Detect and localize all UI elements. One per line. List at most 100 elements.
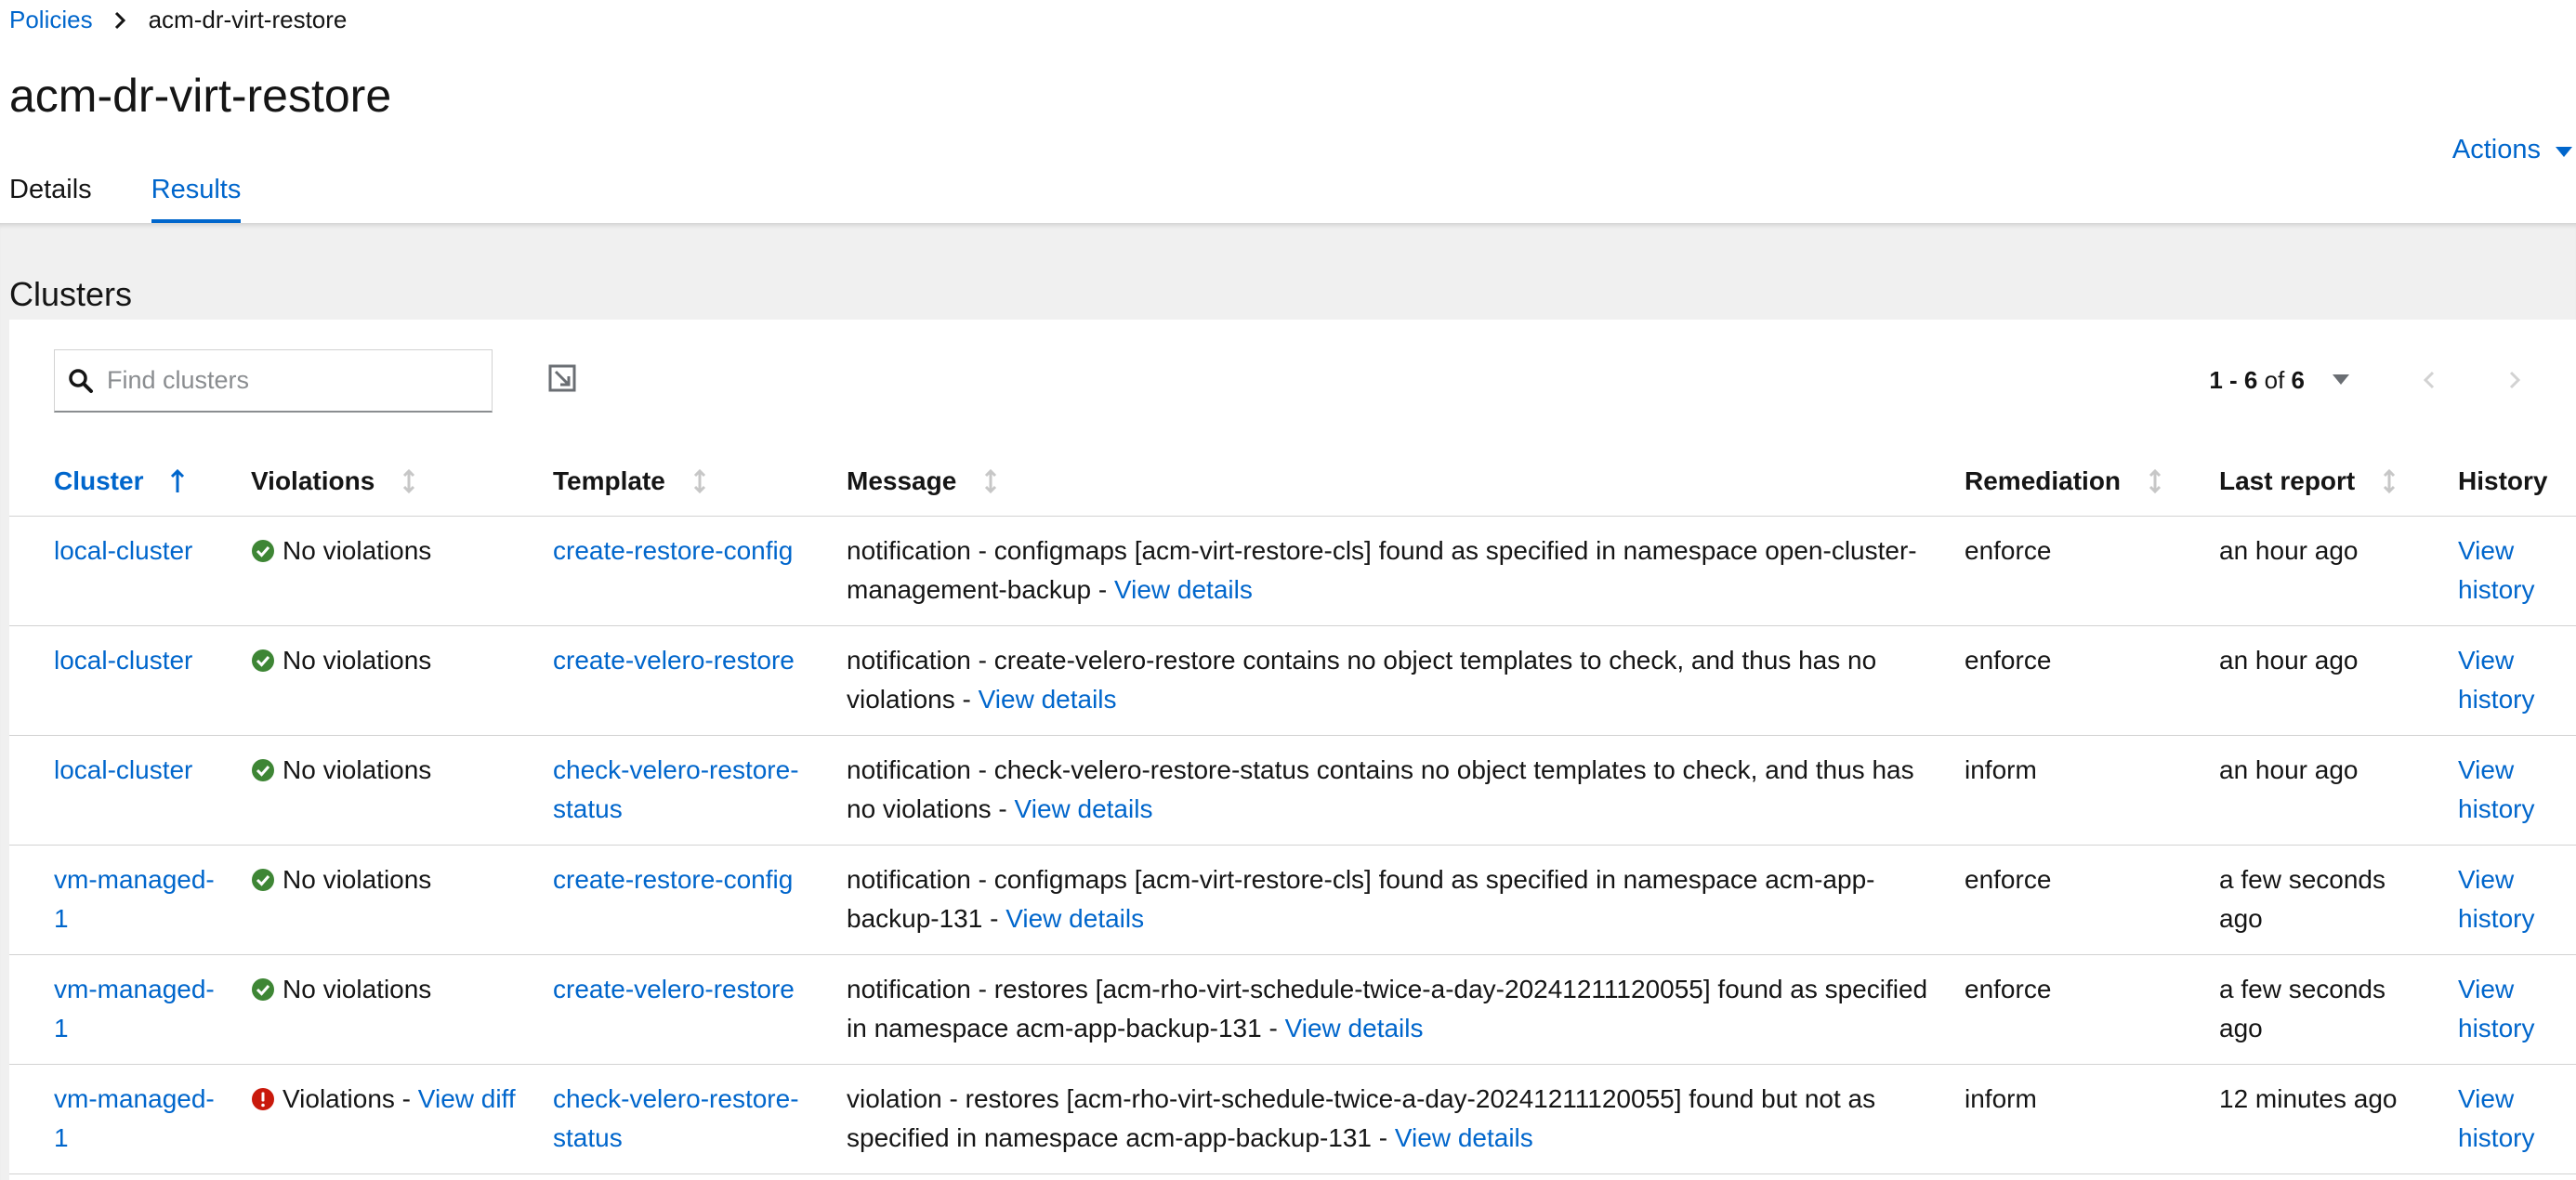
view-details-link[interactable]: View details [979, 685, 1117, 714]
view-history-link[interactable]: View history [2458, 646, 2534, 714]
pagination-range: 1 - 6 [2209, 365, 2258, 394]
view-details-link[interactable]: View details [1015, 794, 1153, 823]
last-report-text: a few seconds ago [2219, 975, 2385, 1042]
breadcrumb-current: acm-dr-virt-restore [148, 6, 348, 33]
export-icon[interactable] [548, 364, 576, 392]
sort-icon [2383, 468, 2396, 494]
table-body: local-cluster No violations create-resto… [9, 517, 2576, 1174]
last-report-text: 12 minutes ago [2219, 1084, 2398, 1113]
template-link[interactable]: check-velero-restore-status [553, 755, 799, 823]
pagination-of: of [2264, 365, 2285, 394]
view-details-link[interactable]: View details [1285, 1014, 1424, 1042]
check-circle-icon [251, 649, 275, 673]
violations-text: No violations [283, 646, 432, 675]
column-header-cluster[interactable]: Cluster [54, 466, 185, 496]
column-label: Remediation [1965, 466, 2122, 495]
table-row: vm-managed-1 Violations - View diff chec… [9, 1065, 2576, 1174]
cluster-link[interactable]: vm-managed-1 [54, 865, 215, 933]
pagination-count: 1 - 6 of 6 [2209, 366, 2305, 395]
exclamation-circle-icon [251, 1087, 275, 1111]
last-report-text: an hour ago [2219, 536, 2359, 565]
pagination-total: 6 [2291, 365, 2305, 394]
page-title: acm-dr-virt-restore [9, 70, 392, 122]
clusters-table: Cluster Violations Template Message Reme… [9, 437, 2576, 1174]
table-row: vm-managed-1 No violations create-restor… [9, 846, 2576, 955]
violations-cell: No violations [251, 641, 530, 680]
message-text: notification - check-velero-restore-stat… [847, 755, 1914, 823]
column-label: Cluster [54, 466, 144, 495]
view-history-link[interactable]: View history [2458, 536, 2534, 604]
view-details-link[interactable]: View details [1395, 1123, 1533, 1152]
tab-list: Details Results [9, 175, 241, 224]
violations-cell: Violations - View diff [251, 1080, 530, 1119]
last-report-text: an hour ago [2219, 755, 2359, 784]
violations-cell: No violations [251, 751, 530, 790]
template-link[interactable]: create-restore-config [553, 536, 793, 565]
check-circle-icon [251, 539, 275, 563]
last-report-text: an hour ago [2219, 646, 2359, 675]
caret-down-icon[interactable] [2333, 374, 2349, 386]
sort-icon [2149, 468, 2162, 494]
view-diff-link[interactable]: View diff [418, 1084, 516, 1113]
violations-text: No violations [283, 975, 432, 1003]
next-page-icon[interactable] [2509, 371, 2520, 389]
violations-text: No violations [283, 755, 432, 784]
breadcrumb-policies-link[interactable]: Policies [9, 6, 93, 34]
cluster-link[interactable]: vm-managed-1 [54, 1084, 215, 1152]
column-header-template[interactable]: Template [553, 466, 706, 496]
violations-cell: No violations [251, 860, 530, 899]
sort-icon [402, 468, 415, 494]
clusters-card: 1 - 6 of 6 Cluster Violations [9, 320, 2576, 1180]
section-title: Clusters [9, 275, 133, 313]
template-link[interactable]: check-velero-restore-status [553, 1084, 799, 1152]
column-header-message[interactable]: Message [847, 466, 997, 496]
view-details-link[interactable]: View details [1005, 904, 1144, 933]
chevron-right-icon [113, 11, 126, 30]
table-row: local-cluster No violations check-velero… [9, 736, 2576, 846]
last-report-text: a few seconds ago [2219, 865, 2385, 933]
message-cell: notification - configmaps [acm-virt-rest… [847, 860, 1948, 938]
column-label: Violations [251, 466, 375, 495]
violations-cell: No violations [251, 531, 530, 570]
view-details-link[interactable]: View details [1114, 575, 1253, 604]
search-box [54, 349, 493, 413]
column-header-violations[interactable]: Violations [251, 466, 415, 496]
remediation-text: inform [1965, 1084, 2037, 1113]
caret-down-icon [2556, 135, 2572, 165]
cluster-link[interactable]: local-cluster [54, 646, 192, 675]
sort-icon [984, 468, 997, 494]
actions-dropdown[interactable]: Actions [2452, 135, 2572, 165]
check-circle-icon [251, 977, 275, 1002]
message-text: notification - configmaps [acm-virt-rest… [847, 865, 1875, 933]
column-label: Template [553, 466, 665, 495]
view-history-link[interactable]: View history [2458, 755, 2534, 823]
message-text: violation - restores [acm-rho-virt-sched… [847, 1084, 1876, 1152]
cluster-link[interactable]: local-cluster [54, 755, 192, 784]
column-header-history: History [2458, 466, 2547, 496]
sort-ascending-icon [171, 469, 185, 493]
column-header-remediation[interactable]: Remediation [1965, 466, 2162, 496]
view-history-link[interactable]: View history [2458, 1084, 2534, 1152]
search-input[interactable] [107, 366, 460, 395]
template-link[interactable]: create-velero-restore [553, 975, 795, 1003]
column-label: Last report [2219, 466, 2356, 495]
pagination: 1 - 6 of 6 [2209, 357, 2576, 403]
tab-details[interactable]: Details [9, 175, 92, 224]
message-cell: notification - restores [acm-rho-virt-sc… [847, 970, 1948, 1048]
column-header-last-report[interactable]: Last report [2219, 466, 2396, 496]
cluster-link[interactable]: vm-managed-1 [54, 975, 215, 1042]
previous-page-icon[interactable] [2424, 371, 2435, 389]
actions-label: Actions [2451, 135, 2541, 164]
view-history-link[interactable]: View history [2458, 975, 2534, 1042]
table-header: Cluster Violations Template Message Reme… [9, 437, 2576, 517]
column-label: History [2458, 466, 2548, 495]
tab-results[interactable]: Results [151, 175, 241, 224]
message-cell: notification - check-velero-restore-stat… [847, 751, 1948, 829]
template-link[interactable]: create-restore-config [553, 865, 793, 894]
view-history-link[interactable]: View history [2458, 865, 2534, 933]
template-link[interactable]: create-velero-restore [553, 646, 795, 675]
column-label: Message [847, 466, 957, 495]
tab-details-label: Details [9, 175, 92, 204]
cluster-link[interactable]: local-cluster [54, 536, 192, 565]
violations-text: Violations - [283, 1084, 418, 1113]
